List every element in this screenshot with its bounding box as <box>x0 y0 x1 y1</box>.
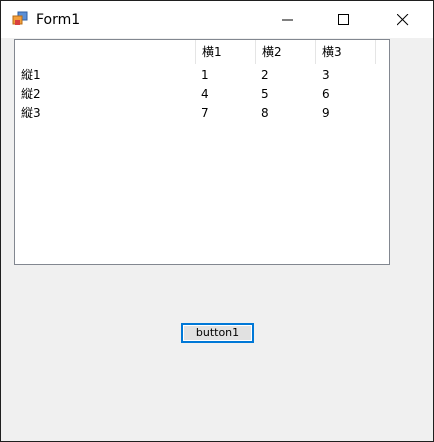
maximize-button[interactable] <box>321 1 367 38</box>
minimize-button[interactable] <box>265 1 311 38</box>
cell-value: 6 <box>322 87 330 101</box>
cell-value: 9 <box>322 106 330 120</box>
window-title: Form1 <box>36 12 81 28</box>
list-item[interactable]: 縦1 1 2 3 <box>15 66 389 85</box>
cell-value: 1 <box>201 68 209 82</box>
column-header-blank[interactable] <box>15 40 195 64</box>
cell-value: 4 <box>201 87 209 101</box>
column-header-1[interactable]: 横1 <box>195 40 255 64</box>
title-bar[interactable]: Form1 <box>1 1 433 38</box>
column-header-2[interactable]: 横2 <box>255 40 315 64</box>
button1-label: button1 <box>195 326 240 339</box>
cell-value: 3 <box>322 68 330 82</box>
button1[interactable]: button1 <box>181 323 254 343</box>
row-label: 縦1 <box>21 68 41 82</box>
close-button[interactable] <box>380 1 426 38</box>
cell-value: 7 <box>201 106 209 120</box>
cell-value: 5 <box>261 87 269 101</box>
form-app-icon <box>12 11 28 25</box>
row-label: 縦2 <box>21 87 41 101</box>
list-view[interactable]: 横1 横2 横3 縦1 1 2 3 縦2 4 5 6 縦3 7 8 9 <box>14 39 390 265</box>
list-item[interactable]: 縦2 4 5 6 <box>15 85 389 104</box>
column-header-3[interactable]: 横3 <box>315 40 375 64</box>
list-item[interactable]: 縦3 7 8 9 <box>15 104 389 123</box>
column-header-filler <box>375 40 389 64</box>
minimize-icon <box>282 19 293 21</box>
close-icon <box>397 14 409 26</box>
row-label: 縦3 <box>21 106 41 120</box>
list-header: 横1 横2 横3 <box>15 40 389 64</box>
maximize-icon <box>338 14 349 25</box>
cell-value: 2 <box>261 68 269 82</box>
cell-value: 8 <box>261 106 269 120</box>
form1-window: Form1 横1 横2 横3 縦1 1 2 3 縦2 4 5 6 縦3 7 8 … <box>0 0 434 442</box>
